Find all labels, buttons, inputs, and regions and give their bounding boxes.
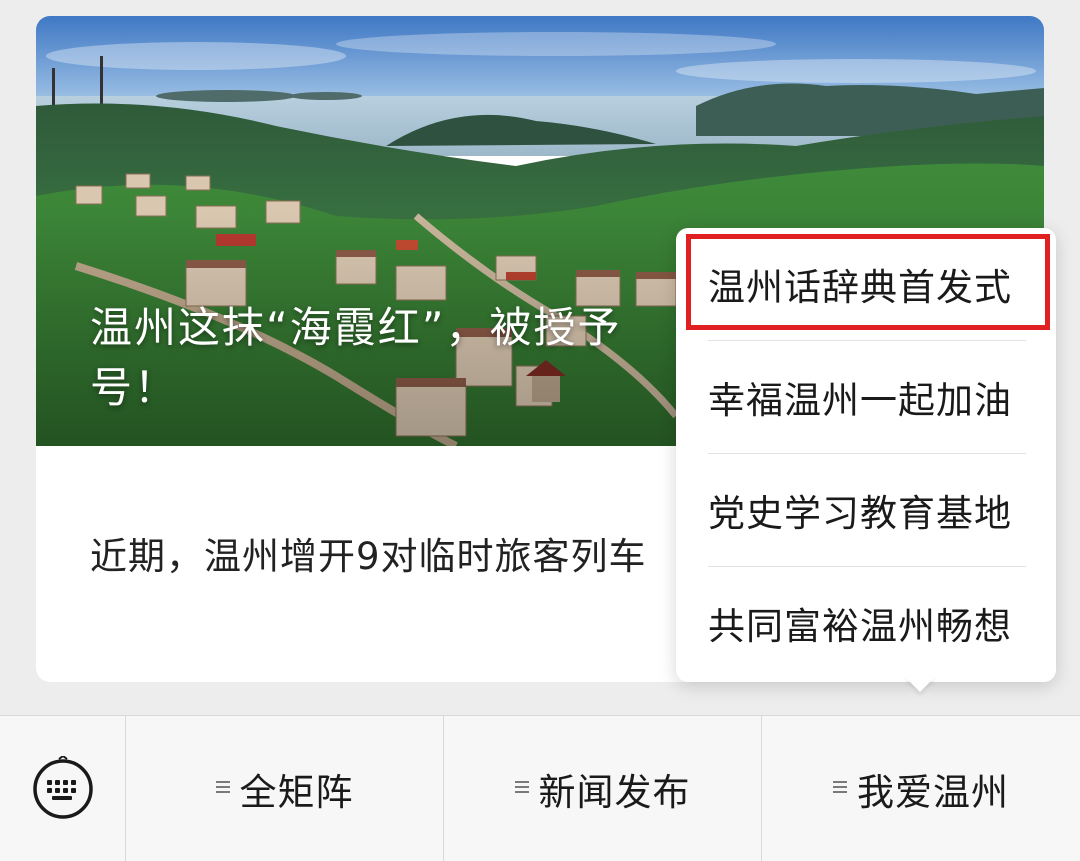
menu-tab-news-release[interactable]: 新闻发布 bbox=[444, 716, 761, 861]
menu-tab-full-matrix[interactable]: 全矩阵 bbox=[126, 716, 443, 861]
submenu-popup: 温州话辞典首发式 幸福温州一起加油 党史学习教育基地 共同富裕温州畅想 bbox=[676, 228, 1056, 682]
submenu-item-happy-wenzhou[interactable]: 幸福温州一起加油 bbox=[676, 341, 1056, 453]
submenu-item-dialect-dictionary[interactable]: 温州话辞典首发式 bbox=[676, 228, 1056, 340]
submenu-item-common-prosperity[interactable]: 共同富裕温州畅想 bbox=[676, 567, 1056, 679]
bottom-menu-bar: 全矩阵 新闻发布 我爱温州 bbox=[0, 715, 1080, 861]
keyboard-toggle-button[interactable] bbox=[0, 716, 125, 861]
menu-lines-icon bbox=[514, 778, 529, 796]
menu-tab-label: 全矩阵 bbox=[239, 770, 354, 814]
menu-lines-icon bbox=[833, 778, 847, 796]
popup-pointer-arrow bbox=[904, 676, 936, 692]
submenu-item-party-history-base[interactable]: 党史学习教育基地 bbox=[676, 454, 1056, 566]
menu-tab-love-wenzhou[interactable]: 我爱温州 bbox=[762, 716, 1080, 861]
menu-tab-label: 我爱温州 bbox=[857, 770, 1009, 814]
keyboard-icon bbox=[32, 755, 93, 819]
menu-tab-label: 新闻发布 bbox=[538, 770, 691, 814]
menu-lines-icon bbox=[215, 778, 230, 796]
